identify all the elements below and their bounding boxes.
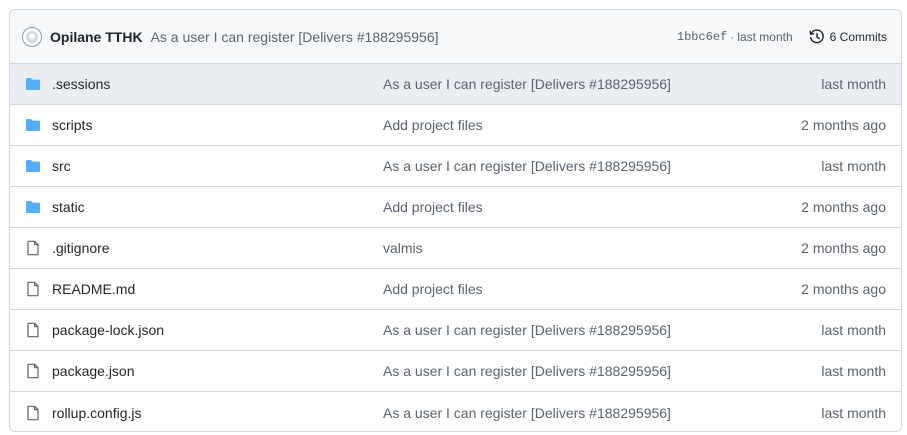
folder-icon (25, 158, 41, 174)
file-name-link[interactable]: scripts (52, 117, 383, 133)
file-commit-age: 2 months ago (801, 199, 886, 215)
file-row[interactable]: static Add project files 2 months ago (10, 187, 901, 228)
file-row[interactable]: package.json As a user I can register [De… (10, 351, 901, 392)
file-commit-age: last month (821, 404, 886, 421)
file-icon (25, 281, 41, 297)
commits-count-label: 6 Commits (829, 29, 887, 44)
file-row[interactable]: .sessions As a user I can register [Deliv… (10, 64, 901, 105)
folder-icon (25, 117, 41, 133)
file-name-link[interactable]: src (52, 158, 383, 174)
file-commit-message-link[interactable]: Add project files (383, 281, 801, 297)
file-commit-age: last month (821, 363, 886, 379)
file-name-link[interactable]: .sessions (52, 76, 383, 92)
file-icon (25, 363, 41, 379)
file-browser: Opilane TTHK As a user I can register [D… (9, 9, 902, 432)
commits-history-link[interactable]: 6 Commits (809, 28, 887, 45)
file-name-link[interactable]: package-lock.json (52, 322, 383, 338)
file-commit-age: 2 months ago (801, 281, 886, 297)
file-commit-message-link[interactable]: As a user I can register [Delivers #1882… (383, 363, 821, 379)
file-commit-message-link[interactable]: As a user I can register [Delivers #1882… (383, 322, 821, 338)
folder-icon (25, 199, 41, 215)
file-list: .sessions As a user I can register [Deliv… (10, 64, 901, 431)
avatar[interactable] (22, 26, 42, 47)
file-commit-message-link[interactable]: valmis (383, 240, 801, 256)
file-commit-message-link[interactable]: As a user I can register [Delivers #1882… (383, 76, 821, 92)
file-name-link[interactable]: rollup.config.js (52, 405, 383, 421)
file-row[interactable]: .gitignore valmis 2 months ago (10, 228, 901, 269)
file-name-link[interactable]: .gitignore (52, 240, 383, 256)
file-commit-age: 2 months ago (801, 117, 886, 133)
file-row[interactable]: scripts Add project files 2 months ago (10, 105, 901, 146)
file-commit-message-link[interactable]: As a user I can register [Delivers #1882… (383, 158, 821, 174)
file-icon (25, 240, 41, 256)
file-row[interactable]: src As a user I can register [Delivers #1… (10, 146, 901, 187)
file-name-link[interactable]: static (52, 199, 383, 215)
file-commit-message-link[interactable]: Add project files (383, 117, 801, 133)
file-commit-age: 2 months ago (801, 240, 886, 256)
file-commit-message-link[interactable]: As a user I can register [Delivers #1882… (383, 405, 821, 421)
latest-commit-message[interactable]: As a user I can register [Delivers #1882… (151, 29, 439, 45)
meta-separator: · (730, 29, 735, 44)
file-row[interactable]: README.md Add project files 2 months ago (10, 269, 901, 310)
file-icon (25, 322, 41, 338)
latest-commit-bar: Opilane TTHK As a user I can register [D… (10, 10, 901, 64)
user-avatar-icon (26, 30, 38, 43)
file-name-link[interactable]: package.json (52, 363, 383, 379)
commit-sha[interactable]: 1bbc6ef (677, 30, 727, 44)
file-row[interactable]: rollup.config.js As a user I can register… (10, 392, 901, 431)
history-icon (809, 28, 824, 43)
file-commit-age: last month (821, 158, 886, 174)
file-commit-message-link[interactable]: Add project files (383, 199, 801, 215)
file-commit-age: last month (821, 76, 886, 92)
file-icon (25, 405, 41, 421)
folder-icon (25, 76, 41, 92)
file-name-link[interactable]: README.md (52, 281, 383, 297)
commit-author[interactable]: Opilane TTHK (50, 29, 143, 45)
file-row[interactable]: package-lock.json As a user I can registe… (10, 310, 901, 351)
file-commit-age: last month (821, 322, 886, 338)
commit-meta: 1bbc6ef · last month (677, 30, 793, 44)
commit-time: last month (737, 29, 793, 44)
